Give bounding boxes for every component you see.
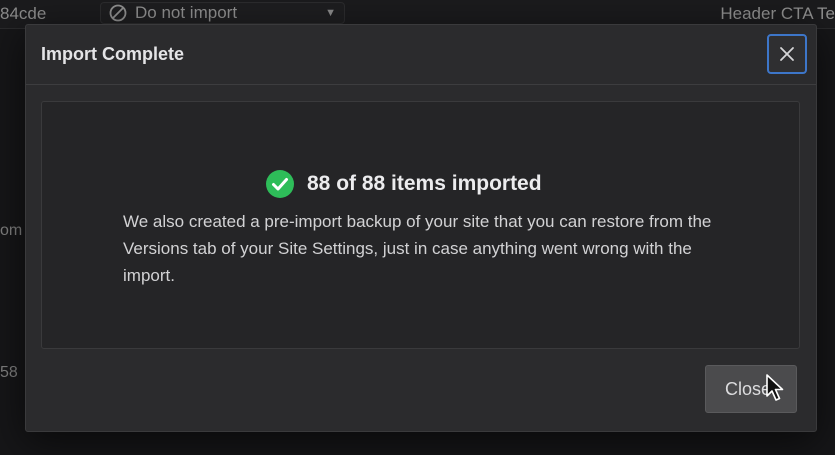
background-column-label: Header CTA Te (720, 4, 835, 23)
background-select-value: Do not import (135, 3, 238, 22)
background-item-id: 84cde (0, 4, 47, 23)
caret-down-icon: ▼ (325, 7, 336, 19)
background-import-select[interactable]: Do not import ▼ (100, 2, 345, 24)
backup-description: We also created a pre-import backup of y… (123, 212, 712, 285)
import-complete-dialog: Import Complete 88 of 88 items imported … (25, 24, 817, 432)
import-result: 88 of 88 items imported (266, 170, 542, 198)
dialog-header: Import Complete (26, 25, 816, 85)
check-circle-icon (266, 170, 294, 198)
ban-icon (109, 4, 127, 22)
dialog-footer: Close (26, 349, 816, 433)
close-button[interactable]: Close (705, 365, 797, 413)
background-edge-text: 58 (0, 364, 18, 381)
dialog-title: Import Complete (41, 44, 185, 64)
background-edge-text: om (0, 222, 23, 239)
close-icon (780, 47, 794, 61)
dialog-body: 88 of 88 items imported We also created … (41, 101, 800, 349)
close-dialog-button[interactable] (767, 34, 807, 74)
import-result-text: 88 of 88 items imported (307, 172, 542, 195)
